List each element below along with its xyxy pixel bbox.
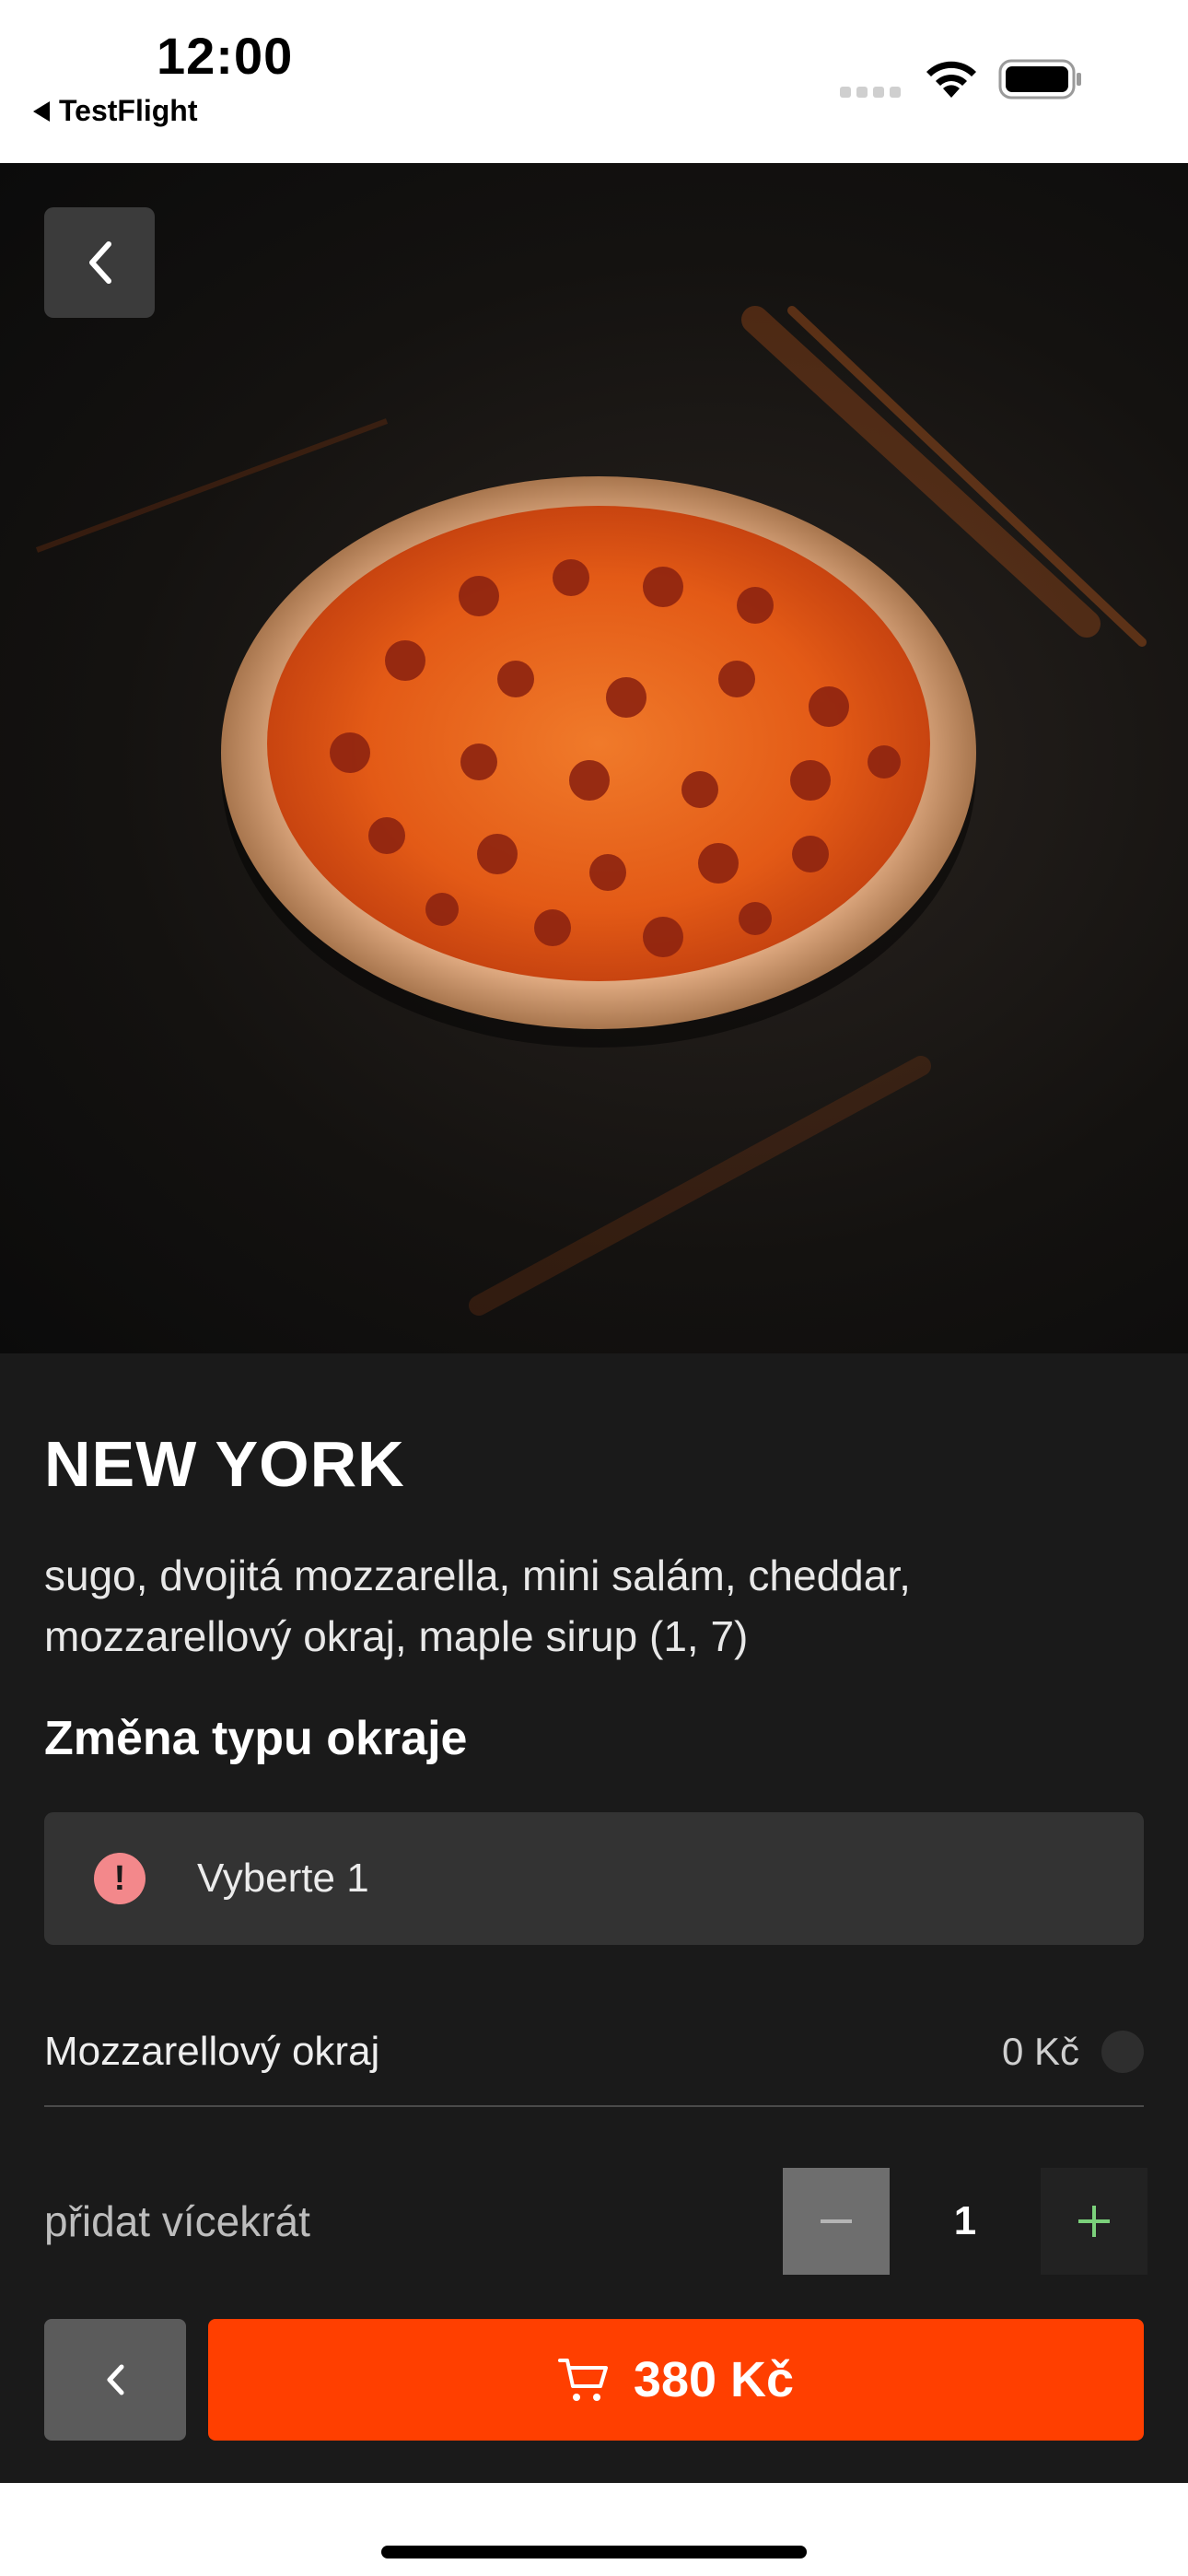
status-time: 12:00 — [157, 27, 294, 85]
cart-price: 380 Kč — [633, 2352, 795, 2407]
quantity-value: 1 — [953, 2198, 977, 2243]
quantity-label: přidat vícekrát — [44, 2197, 310, 2245]
pizza-illustration — [35, 306, 1147, 1316]
increase-quantity-button[interactable] — [1041, 2168, 1147, 2275]
wifi-icon — [926, 61, 976, 98]
plus-icon — [1078, 2206, 1110, 2237]
back-to-app-link[interactable]: TestFlight — [33, 94, 198, 128]
home-indicator[interactable] — [381, 2546, 807, 2558]
chevron-left-icon — [89, 241, 111, 284]
exclamation-icon: ! — [94, 1853, 146, 1904]
status-bar: 12:00 TestFlight — [0, 0, 1188, 163]
option-radio[interactable] — [1101, 2031, 1144, 2073]
product-image — [0, 163, 1188, 1353]
add-to-cart-button[interactable]: 380 Kč — [208, 2319, 1144, 2441]
option-mozzarella-crust[interactable]: Mozzarellový okraj 0 Kč — [44, 1998, 1144, 2107]
image-back-button[interactable] — [44, 207, 155, 318]
back-triangle-icon — [33, 100, 50, 122]
product-details: NEW YORK sugo, dvojitá mozzarella, mini … — [0, 1353, 1188, 2483]
minus-icon — [821, 2219, 852, 2223]
bottom-back-button[interactable] — [44, 2319, 186, 2441]
quantity-row: přidat vícekrát 1 — [44, 2168, 1147, 2275]
alert-text: Vyberte 1 — [197, 1856, 369, 1901]
battery-icon — [998, 59, 1081, 100]
product-description: sugo, dvojitá mozzarella, mini salám, ch… — [44, 1551, 911, 1660]
crust-section-title: Změna typu okraje — [44, 1712, 468, 1765]
product-title: NEW YORK — [44, 1428, 405, 1500]
option-price: 0 Kč — [1001, 2030, 1079, 2073]
selection-required-alert: ! Vyberte 1 — [44, 1812, 1144, 1945]
chevron-left-icon — [107, 2364, 124, 2395]
option-label: Mozzarellový okraj — [44, 2029, 380, 2074]
decrease-quantity-button[interactable] — [783, 2168, 890, 2275]
home-indicator-area — [0, 2483, 1188, 2576]
cart-icon — [557, 2359, 608, 2401]
back-app-label: TestFlight — [59, 94, 198, 127]
cellular-signal-icon — [840, 87, 901, 98]
